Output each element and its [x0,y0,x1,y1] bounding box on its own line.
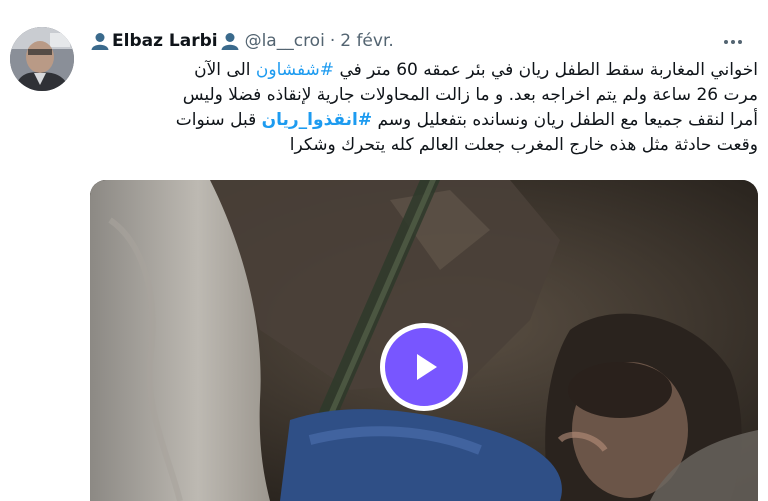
hashtag-link[interactable]: #انقذوا_ريان [262,110,372,130]
author-handle[interactable]: @la__croi [245,31,325,51]
tweet-text-line: مرت 26 ساعة ولم يتم اخراجه بعد. و ما زال… [182,85,758,105]
play-icon [417,354,437,380]
text-segment: أمرا لنقف جميعا مع الطفل ريان ونسانده بت… [372,110,758,130]
hashtag-link[interactable]: #شفشاون [256,60,334,80]
tweet-text: اخواني المغاربة سقط الطفل ريان في بئر عم… [88,58,758,158]
text-segment: قبل سنوات [175,110,262,130]
author-name[interactable]: Elbaz Larbi [112,31,218,51]
video-player[interactable] [90,180,758,501]
tweet-date[interactable]: 2 févr. [340,31,394,51]
separator-dot: · [329,31,336,51]
bust-in-silhouette-icon [221,33,239,50]
text-segment: الى الآن [194,60,256,80]
play-button[interactable] [380,323,468,411]
bust-in-silhouette-icon [91,33,109,50]
tweet-header: Elbaz Larbi @la__croi · 2 févr. [90,28,748,54]
tweet-text-line: أمرا لنقف جميعا مع الطفل ريان ونسانده بت… [88,108,758,133]
text-segment: اخواني المغاربة سقط الطفل ريان في بئر عم… [334,60,758,80]
tweet: Elbaz Larbi @la__croi · 2 févr. اخواني ا… [0,0,768,501]
more-options-icon[interactable] [718,32,748,52]
avatar-image [10,27,74,91]
avatar[interactable] [10,27,74,91]
tweet-text-line: وقعت حادثة مثل هذه خارج المغرب جعلت العا… [289,135,758,155]
tweet-text-line: اخواني المغاربة سقط الطفل ريان في بئر عم… [88,58,758,83]
